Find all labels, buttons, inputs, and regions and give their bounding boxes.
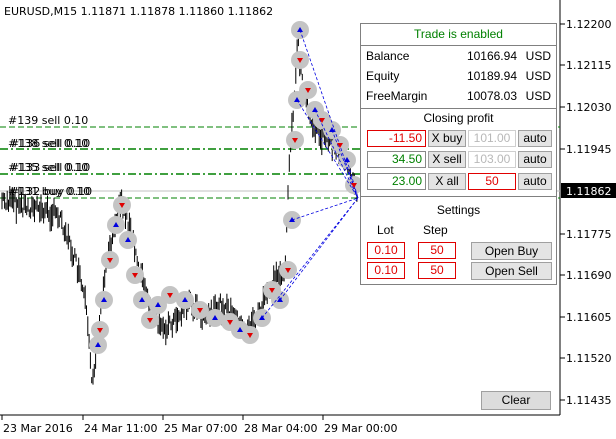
balance-row: Balance 10166.94 USD: [366, 49, 553, 67]
time-tick: 23 Mar 2016: [3, 422, 73, 435]
open-sell-button[interactable]: Open Sell: [471, 262, 552, 280]
equity-label: Equity: [366, 69, 400, 83]
trade-status: Trade is enabled: [361, 27, 556, 41]
buy-target-input[interactable]: 101.00: [468, 130, 516, 147]
balance-currency: USD: [525, 49, 551, 63]
price-tick: 1.11690: [566, 269, 612, 282]
time-tick: 24 Mar 11:00: [84, 422, 157, 435]
price-tick: 1.11605: [566, 311, 612, 324]
price-tick: 1.11520: [566, 352, 612, 365]
current-price-label: 1.11862: [566, 185, 612, 198]
order-label-133: #133 sell 0.10: [10, 161, 90, 174]
close-buy-button[interactable]: X buy: [428, 130, 466, 147]
free-margin-label: FreeMargin: [366, 89, 428, 103]
auto-buy-button[interactable]: auto: [518, 130, 552, 147]
price-tick: 1.12115: [566, 59, 612, 72]
closing-profit-title: Closing profit: [423, 111, 494, 125]
order-label-132: #132 buy 0.10: [10, 185, 92, 198]
symbol-info: EURUSD,M15 1.11871 1.11878 1.11860 1.118…: [4, 5, 273, 18]
trade-status-text: Trade is enabled: [414, 27, 503, 41]
all-profit-value: 23.00: [367, 173, 426, 190]
price-tick: 1.11435: [566, 394, 612, 407]
sell-target-input[interactable]: 103.00: [468, 151, 516, 168]
sell-profit-value: 34.50: [367, 151, 426, 168]
order-label-136: #136 sell 0.10: [10, 137, 90, 150]
time-tick: 29 Mar 00:00: [324, 422, 397, 435]
open-buy-button[interactable]: Open Buy: [471, 242, 552, 260]
divider: [361, 108, 556, 109]
buy-profit-value: -11.50: [367, 130, 426, 147]
balance-label: Balance: [366, 49, 410, 63]
free-margin-row: FreeMargin 10078.03 USD: [366, 89, 553, 107]
lot-label: Lot: [377, 223, 394, 237]
buy-lot-input[interactable]: 0.10: [367, 242, 405, 259]
sell-lot-input[interactable]: 0.10: [367, 262, 405, 279]
divider: [361, 196, 556, 197]
equity-row: Equity 10189.94 USD: [366, 69, 553, 87]
settings-title: Settings: [436, 203, 481, 217]
close-sell-button[interactable]: X sell: [428, 151, 466, 168]
equity-value: 10189.94: [466, 69, 517, 83]
sell-step-input[interactable]: 50: [418, 262, 456, 279]
price-tick: 1.11945: [566, 143, 612, 156]
time-tick: 25 Mar 07:00: [164, 422, 237, 435]
order-label-139: #139 sell 0.10: [8, 114, 88, 127]
free-margin-currency: USD: [525, 89, 551, 103]
equity-currency: USD: [525, 69, 551, 83]
step-label: Step: [423, 223, 448, 237]
clear-button[interactable]: Clear: [481, 391, 551, 410]
balance-value: 10166.94: [466, 49, 517, 63]
free-margin-value: 10078.03: [466, 89, 517, 103]
time-tick: 28 Mar 04:00: [244, 422, 317, 435]
expert-panel: Trade is enabled Balance 10166.94 USD Eq…: [360, 23, 557, 285]
auto-all-button[interactable]: auto: [518, 173, 552, 190]
buy-step-input[interactable]: 50: [418, 242, 456, 259]
price-tick: 1.11775: [566, 228, 612, 241]
divider: [361, 45, 556, 46]
price-tick: 1.12200: [566, 18, 612, 31]
all-target-input[interactable]: 50: [468, 173, 516, 190]
close-all-button[interactable]: X all: [428, 173, 466, 190]
price-tick: 1.12030: [566, 101, 612, 114]
auto-sell-button[interactable]: auto: [518, 151, 552, 168]
